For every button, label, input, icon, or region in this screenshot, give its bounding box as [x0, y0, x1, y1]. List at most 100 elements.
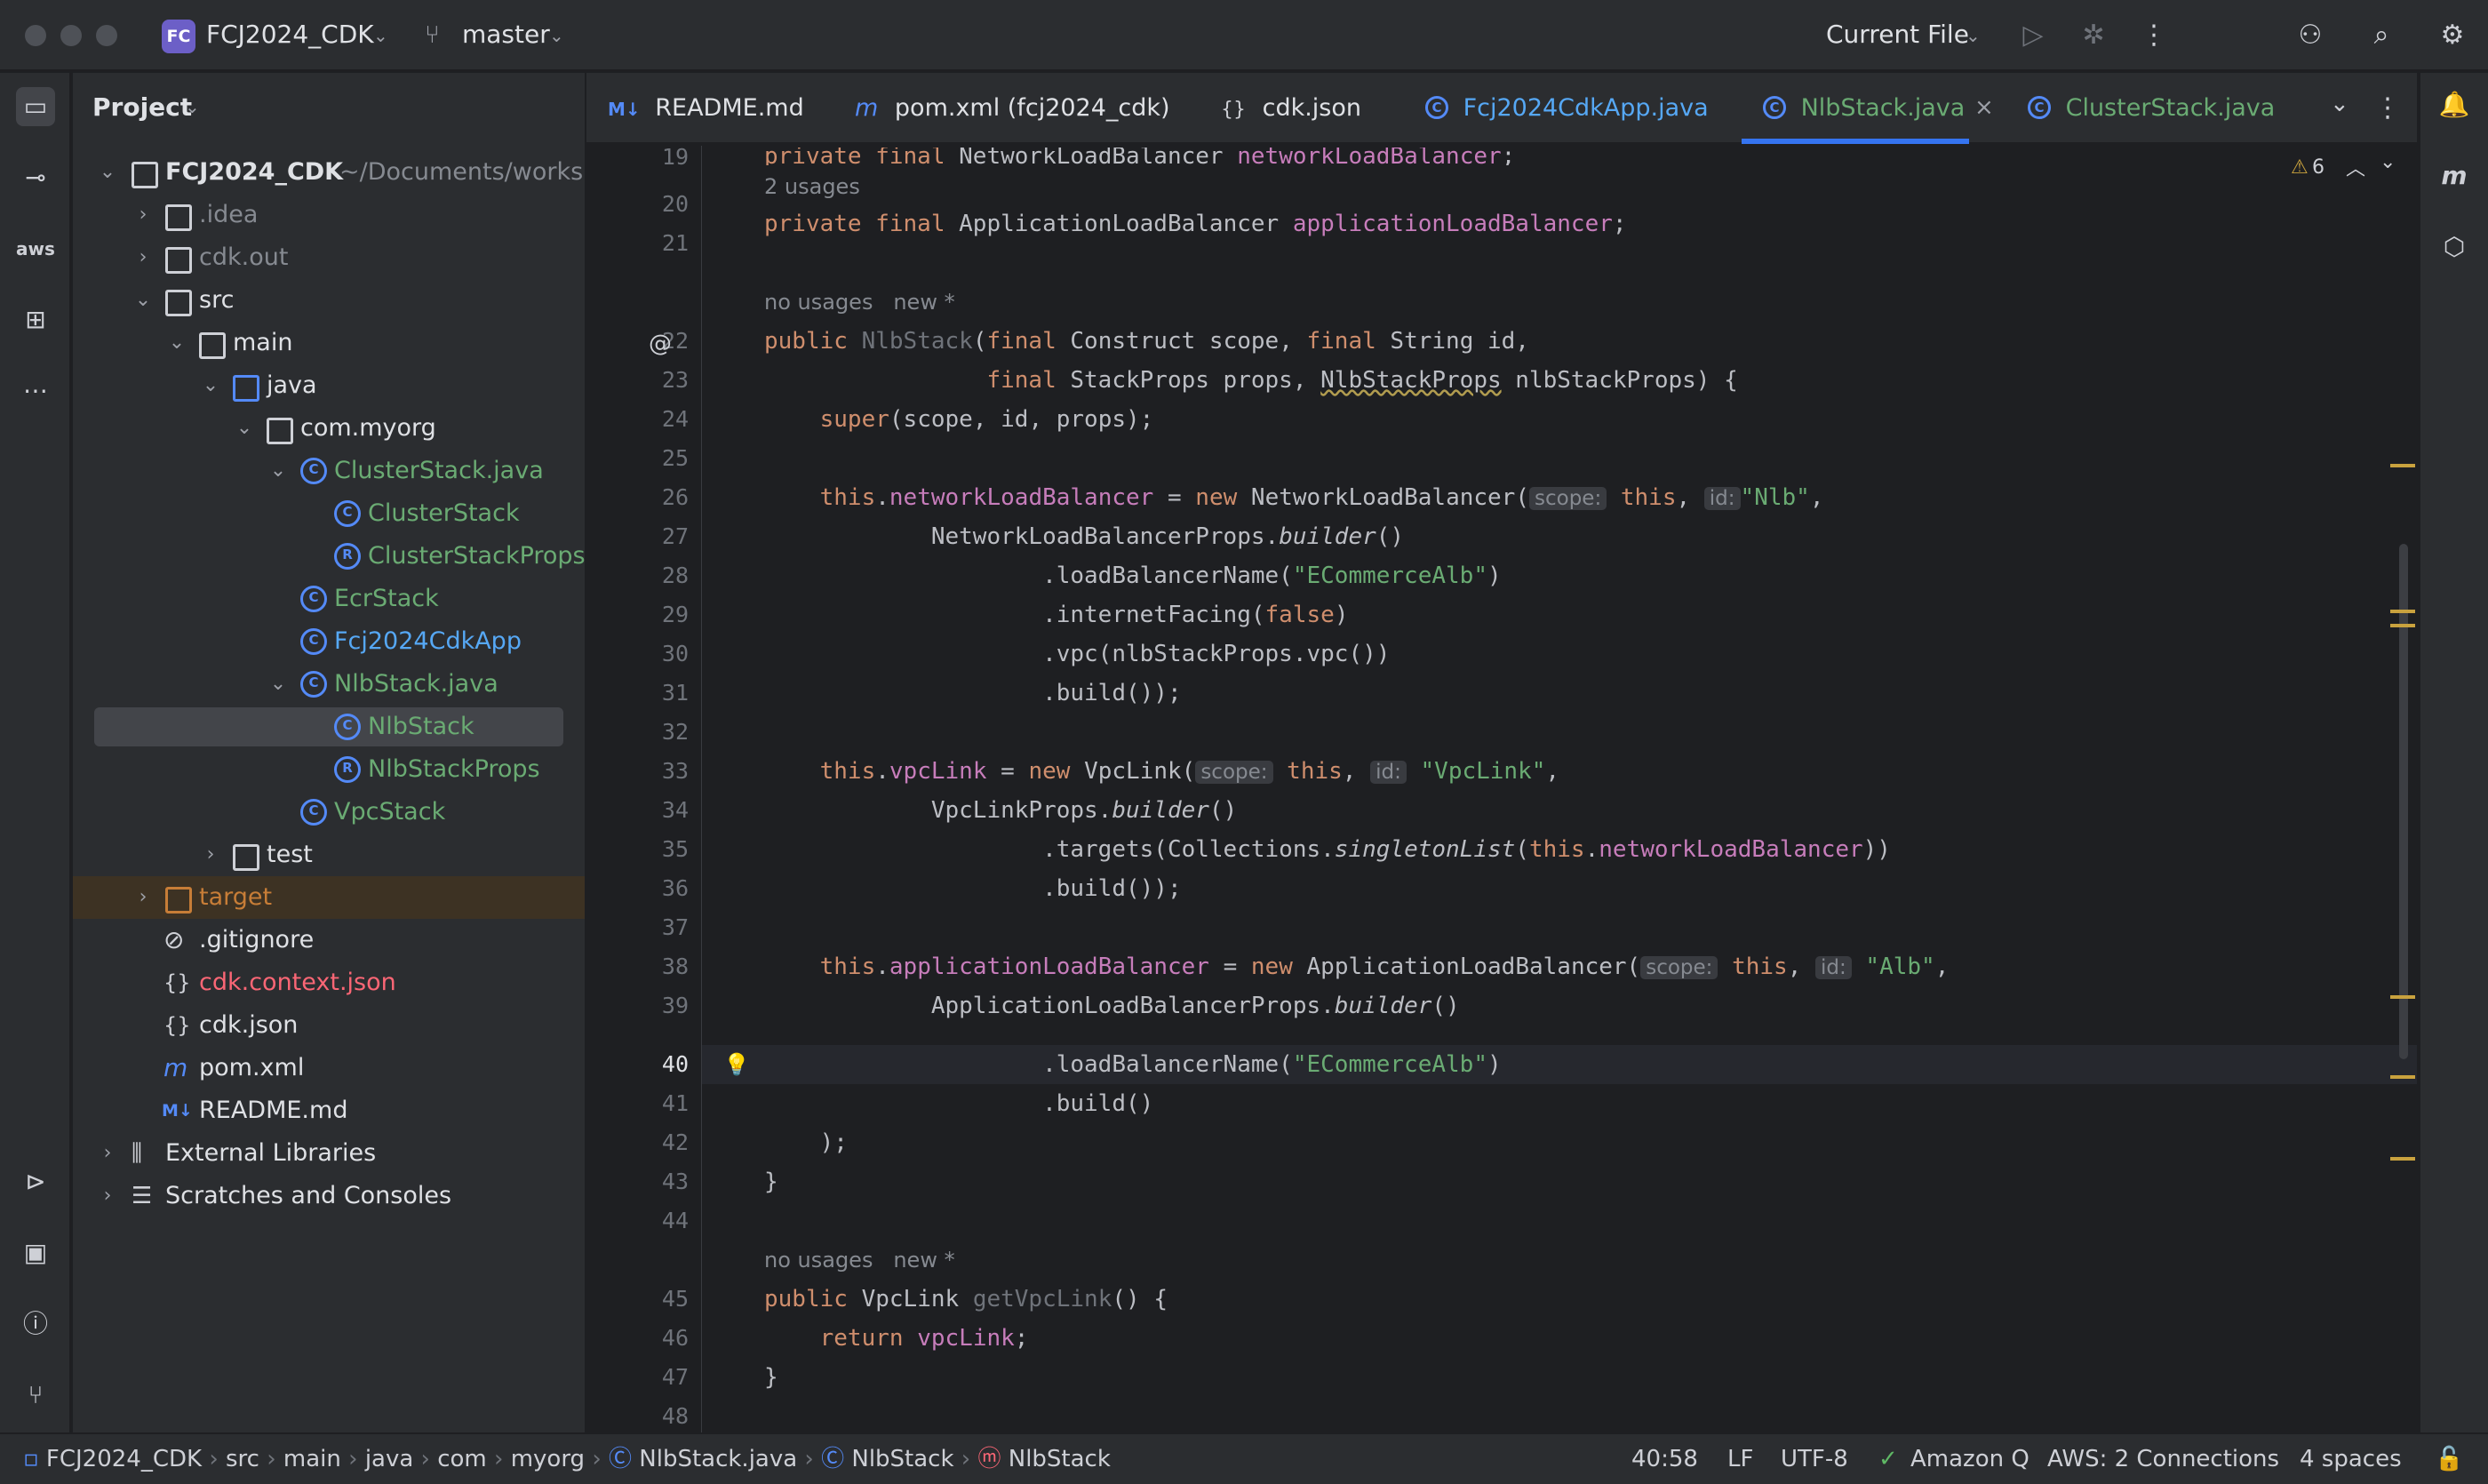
lightbulb-icon[interactable]: 💡 [723, 1052, 750, 1077]
run-config-selector[interactable]: Current File [1826, 20, 1969, 49]
project-panel-title[interactable]: Project [92, 92, 192, 122]
aws-icon[interactable]: aws [16, 229, 55, 268]
breadcrumb-item[interactable]: FCJ2024_CDK [46, 1446, 202, 1472]
code-line-31[interactable]: .build()); [764, 674, 1182, 713]
tab-pom[interactable]: m pom.xml (fcj2024_cdk) [855, 73, 1170, 144]
warning-marker[interactable] [2390, 1157, 2415, 1161]
code-line-43[interactable]: } [764, 1162, 778, 1201]
tab-readme[interactable]: M↓ README.md [608, 73, 804, 144]
search-icon[interactable]: ⌕ [2364, 18, 2399, 53]
code-line-19[interactable]: private final NetworkLoadBalancer networ… [764, 148, 1515, 165]
breadcrumb-item[interactable]: src [226, 1446, 259, 1472]
warning-count[interactable]: 6 [2312, 156, 2325, 179]
code-line-42[interactable]: ); [764, 1123, 848, 1162]
tree-item[interactable]: › cdk.out [73, 236, 585, 279]
tree-item[interactable]: m pom.xml [73, 1047, 585, 1089]
tree-item[interactable]: C EcrStack [73, 578, 585, 620]
zoom-window-button[interactable] [96, 25, 117, 46]
commit-icon[interactable]: ⊸ [16, 158, 55, 197]
amazon-q-icon[interactable]: ⬡ [2435, 227, 2474, 267]
code-line-29[interactable]: .internetFacing(false) [764, 595, 1348, 634]
code-line-39[interactable]: ApplicationLoadBalancerProps.builder() [764, 986, 1460, 1025]
project-name[interactable]: FCJ2024_CDK [206, 20, 374, 49]
tree-item[interactable]: ⌄ C ClusterStack.java [73, 450, 585, 492]
more-horizontal-icon[interactable]: ⋯ [16, 371, 55, 411]
tree-item[interactable]: ⌄ src [73, 279, 585, 322]
amazon-q-status[interactable]: Amazon Q [1910, 1434, 2029, 1484]
usage-hint[interactable]: no usages new * [764, 1241, 955, 1280]
tab-fcj2024cdkapp[interactable]: C Fcj2024CdkApp.java [1425, 73, 1709, 144]
breadcrumb-item[interactable]: com [437, 1446, 487, 1472]
tree-item[interactable]: ⊘ .gitignore [73, 919, 585, 961]
breadcrumb-item[interactable]: myorg [511, 1446, 585, 1472]
code-line-38[interactable]: this.applicationLoadBalancer = new Appli… [764, 947, 1950, 986]
debug-icon[interactable]: ✲ [2076, 18, 2111, 53]
warning-marker[interactable] [2390, 464, 2415, 467]
close-window-button[interactable] [25, 25, 46, 46]
notifications-icon[interactable]: 🔔 [2435, 85, 2474, 124]
override-icon[interactable]: @ [649, 331, 672, 357]
usage-hint[interactable]: no usages new * [764, 283, 955, 322]
folder-icon[interactable]: ▭ [16, 87, 55, 126]
file-encoding[interactable]: UTF-8 [1781, 1434, 1848, 1484]
code-line-26[interactable]: this.networkLoadBalancer = new NetworkLo… [764, 478, 1824, 517]
more-vertical-icon[interactable]: ⋮ [2136, 18, 2172, 53]
maven-icon[interactable]: m [2435, 156, 2474, 195]
tree-item[interactable]: ⌄ FCJ2024_CDK ~/Documents/worksho [73, 151, 585, 194]
minimize-window-button[interactable] [60, 25, 82, 46]
code-line-35[interactable]: .targets(Collections.singletonList(this.… [764, 830, 1891, 869]
tree-item[interactable]: {} cdk.json [73, 1004, 585, 1047]
tree-item[interactable]: › ⫼ External Libraries [73, 1132, 585, 1175]
code-line-28[interactable]: .loadBalancerName("ECommerceAlb") [764, 556, 1502, 595]
tree-item[interactable]: M↓ README.md [73, 1089, 585, 1132]
more-vertical-icon[interactable]: ⋮ [2374, 92, 2401, 124]
code-line-36[interactable]: .build()); [764, 869, 1182, 908]
tree-item[interactable]: ⌄ com.myorg [73, 407, 585, 450]
tab-nlbstack[interactable]: C NlbStack.java [1742, 73, 1969, 144]
warning-marker[interactable] [2390, 610, 2415, 613]
tree-item[interactable]: › target [73, 876, 585, 919]
code-line-33[interactable]: this.vpcLink = new VpcLink(scope: this, … [764, 752, 1559, 791]
tree-item[interactable]: C VpcStack [73, 791, 585, 834]
code-line-27[interactable]: NetworkLoadBalancerProps.builder() [764, 517, 1404, 556]
editor-scrollbar[interactable] [2399, 544, 2408, 1059]
warning-marker[interactable] [2390, 995, 2415, 999]
tree-item[interactable]: ⌄ C NlbStack.java [73, 663, 585, 706]
code-line-34[interactable]: VpcLinkProps.builder() [764, 791, 1237, 830]
breadcrumb-item[interactable]: main [283, 1446, 341, 1472]
breadcrumb-item[interactable]: NlbStack [851, 1446, 953, 1472]
project-badge[interactable]: FC [162, 20, 195, 53]
code-line-45[interactable]: public VpcLink getVpcLink() { [764, 1280, 1168, 1319]
tree-item[interactable]: › .idea [73, 194, 585, 236]
git-icon[interactable]: ⑂ [16, 1376, 55, 1415]
tree-item[interactable]: R ClusterStackProps [73, 535, 585, 578]
tree-item[interactable]: › ☰ Scratches and Consoles [73, 1175, 585, 1217]
breadcrumb-item[interactable]: NlbStack [1009, 1446, 1111, 1472]
code-line-20[interactable]: private final ApplicationLoadBalancer ap… [764, 204, 1627, 243]
tree-item[interactable]: ⌄ java [73, 364, 585, 407]
breadcrumb-item[interactable]: NlbStack.java [639, 1446, 797, 1472]
structure-icon[interactable]: ⊞ [16, 300, 55, 339]
chevron-down-icon[interactable]: ⌄ [2330, 91, 2349, 117]
add-user-icon[interactable]: ⚇ [2293, 18, 2328, 53]
lock-icon[interactable]: 🔓 [2435, 1434, 2463, 1484]
problems-icon[interactable]: ⓘ [16, 1304, 55, 1344]
tree-item[interactable]: R NlbStackProps [73, 748, 585, 791]
code-line-24[interactable]: super(scope, id, props); [764, 400, 1154, 439]
tab-clusterstack[interactable]: C ClusterStack.java [2028, 73, 2275, 144]
breadcrumb-item[interactable]: java [365, 1446, 413, 1472]
tab-cdk-json[interactable]: {} cdk.json [1221, 73, 1361, 144]
chevron-up-icon[interactable]: ︿ [2346, 153, 2365, 181]
warning-marker[interactable] [2390, 1075, 2415, 1079]
tree-item-selected[interactable]: C NlbStack [73, 706, 585, 748]
code-line-47[interactable]: } [764, 1358, 778, 1397]
tree-item[interactable]: C ClusterStack [73, 492, 585, 535]
tree-item[interactable]: ⌄ main [73, 322, 585, 364]
branch-name[interactable]: master [462, 20, 550, 49]
services-icon[interactable]: ⊳ [16, 1162, 55, 1201]
code-line-30[interactable]: .vpc(nlbStackProps.vpc()) [764, 634, 1390, 674]
code-line-46[interactable]: return vpcLink; [764, 1319, 1029, 1358]
tree-item[interactable]: C Fcj2024CdkApp [73, 620, 585, 663]
close-tab-icon[interactable]: × [1974, 94, 1994, 121]
chevron-down-icon[interactable]: ⌄ [2380, 151, 2396, 173]
